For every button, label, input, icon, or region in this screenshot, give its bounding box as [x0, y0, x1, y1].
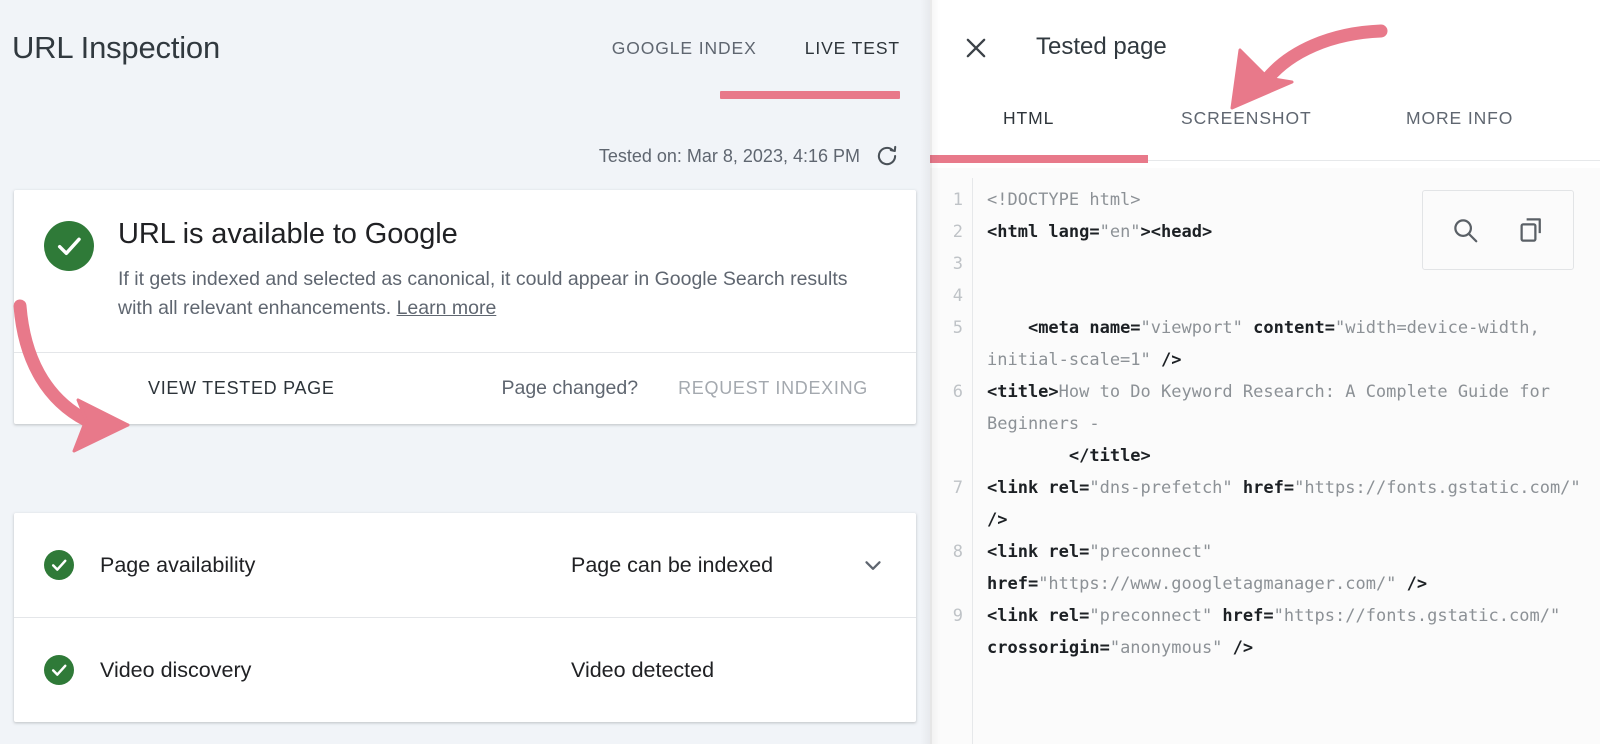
- code-line: <link rel="dns-prefetch" href="https://f…: [987, 472, 1594, 536]
- status-card: URL is available to Google If it gets in…: [14, 190, 916, 424]
- tested-on-label: Tested on: Mar 8, 2023, 4:16 PM: [598, 145, 860, 166]
- left-header: URL Inspection GOOGLE INDEX LIVE TEST Te…: [0, 0, 930, 166]
- page-changed-label: Page changed?: [501, 376, 639, 399]
- page-title: URL Inspection: [12, 30, 220, 65]
- code-line-numbers: 1 2 3 4 5 6 7 8 9: [930, 168, 972, 744]
- request-indexing-button[interactable]: REQUEST INDEXING: [678, 378, 868, 399]
- status-card-texts: URL is available to Google If it gets in…: [118, 218, 886, 324]
- code-token-tag: />: [1161, 350, 1182, 370]
- code-line-number: 8: [952, 542, 963, 562]
- code-line-number-continuation: [930, 408, 963, 440]
- tested-page-panel: Tested page HTML SCREENSHOT MORE INFO 1 2…: [930, 0, 1600, 744]
- tab-google-index[interactable]: GOOGLE INDEX: [612, 38, 757, 65]
- chevron-down-icon[interactable]: [860, 552, 886, 578]
- code-token-tag: <link rel=: [987, 478, 1090, 498]
- code-line: <title>How to Do Keyword Research: A Com…: [987, 376, 1594, 472]
- tested-page-header: Tested page HTML SCREENSHOT MORE INFO: [930, 0, 1600, 170]
- code-token-tag: <title>: [987, 382, 1059, 402]
- code-token-text: "preconnect": [1089, 606, 1223, 626]
- code-tools-group: [1422, 190, 1574, 270]
- status-card-title: URL is available to Google: [118, 218, 458, 250]
- code-token-text: <!DOCTYPE html>: [987, 190, 1141, 210]
- tested-on-row: Tested on: Mar 8, 2023, 4:16 PM: [599, 143, 900, 169]
- code-token-tag: <meta name=: [987, 318, 1141, 338]
- code-line-number: 7: [952, 478, 963, 498]
- tab-more-info[interactable]: MORE INFO: [1406, 108, 1513, 129]
- code-token-tag: </title>: [1068, 446, 1151, 466]
- code-token-text: "https://fonts.gstatic.com/": [1294, 478, 1591, 498]
- check-row-inner: Page availability Page can be indexed: [44, 550, 886, 580]
- code-line-number-continuation: [930, 632, 963, 664]
- code-token-tag: content=: [1253, 318, 1336, 338]
- left-panel: URL Inspection GOOGLE INDEX LIVE TEST Te…: [0, 0, 930, 744]
- code-line-number-continuation: [930, 504, 963, 536]
- code-token-tag: />: [987, 510, 1008, 530]
- close-icon[interactable]: [962, 34, 990, 62]
- table-row[interactable]: Video discovery Video detected: [14, 618, 916, 722]
- learn-more-link[interactable]: Learn more: [397, 297, 497, 319]
- code-line: <link rel="preconnect" href="https://fon…: [987, 600, 1594, 664]
- status-card-description: If it gets indexed and selected as canon…: [118, 265, 848, 324]
- code-token-text: "https://fonts.gstatic.com/": [1273, 606, 1571, 626]
- check-value-video-discovery: Video detected: [571, 657, 715, 682]
- table-row[interactable]: Page availability Page can be indexed: [14, 513, 916, 617]
- check-circle-icon: [44, 221, 94, 271]
- search-icon[interactable]: [1450, 215, 1480, 245]
- checks-card: Page availability Page can be indexed Vi…: [14, 513, 916, 722]
- code-line-number-continuation: [930, 344, 963, 376]
- url-inspection-screen: URL Inspection GOOGLE INDEX LIVE TEST Te…: [0, 0, 1600, 744]
- code-token-text: "dns-prefetch": [1089, 478, 1243, 498]
- code-token-tag: href=: [1222, 606, 1274, 626]
- code-line-number-continuation: [930, 440, 963, 472]
- code-line-number: 6: [952, 382, 963, 402]
- code-token-tag: ><head>: [1140, 222, 1213, 242]
- code-token-text: "en": [1099, 222, 1141, 242]
- code-token-tag: />: [1232, 638, 1254, 658]
- status-card-body: URL is available to Google If it gets in…: [14, 190, 916, 352]
- code-token-tag: href=: [987, 574, 1039, 594]
- code-token-tag: href=: [1242, 478, 1295, 498]
- code-line-number: 1: [952, 190, 963, 210]
- copy-icon[interactable]: [1516, 215, 1546, 245]
- tab-html[interactable]: HTML: [1003, 108, 1054, 129]
- code-token-tag: <html lang=: [987, 222, 1100, 242]
- code-line-number: 2: [952, 222, 963, 242]
- tab-html-underline: [930, 155, 1148, 163]
- code-token-tag: />: [1406, 574, 1428, 594]
- check-circle-icon: [44, 655, 74, 685]
- code-token-text: "https://www.googletagmanager.com/": [1038, 574, 1407, 594]
- code-token-tag: crossorigin=: [987, 638, 1110, 658]
- code-token-text: "anonymous": [1109, 638, 1233, 658]
- code-line-number: 5: [952, 318, 963, 338]
- left-tabbar: GOOGLE INDEX LIVE TEST: [612, 38, 900, 65]
- check-value-page-availability: Page can be indexed: [571, 552, 774, 577]
- code-line-number-continuation: [930, 568, 963, 600]
- code-line: <meta name="viewport" content="width=dev…: [987, 312, 1594, 376]
- view-tested-page-button[interactable]: VIEW TESTED PAGE: [148, 378, 335, 399]
- code-line: <link rel="preconnect" href="https://www…: [987, 536, 1594, 600]
- check-label-page-availability: Page availability: [100, 552, 256, 577]
- code-token-text: "viewport": [1140, 318, 1254, 338]
- check-circle-icon: [44, 550, 74, 580]
- refresh-icon[interactable]: [874, 143, 900, 169]
- tested-page-title: Tested page: [1036, 33, 1167, 60]
- code-token-tag: <link rel=: [987, 542, 1090, 562]
- tab-screenshot[interactable]: SCREENSHOT: [1181, 108, 1312, 129]
- check-row-inner: Video discovery Video detected: [44, 655, 886, 685]
- check-label-video-discovery: Video discovery: [100, 657, 252, 682]
- html-code-viewer[interactable]: 1 2 3 4 5 6 7 8 9 <!DOCTYPE html> <html lang=…: [930, 168, 1600, 744]
- tab-live-test[interactable]: LIVE TEST: [805, 38, 900, 65]
- tab-live-test-underline: [720, 91, 900, 99]
- code-line-number: 3: [952, 254, 963, 274]
- code-line-number: 4: [952, 286, 963, 306]
- code-token-text: "preconnect": [1089, 542, 1223, 562]
- code-token-tag: <link rel=: [987, 606, 1090, 626]
- code-line-number: 9: [952, 606, 963, 626]
- status-card-actions: VIEW TESTED PAGE Page changed? REQUEST I…: [14, 353, 916, 424]
